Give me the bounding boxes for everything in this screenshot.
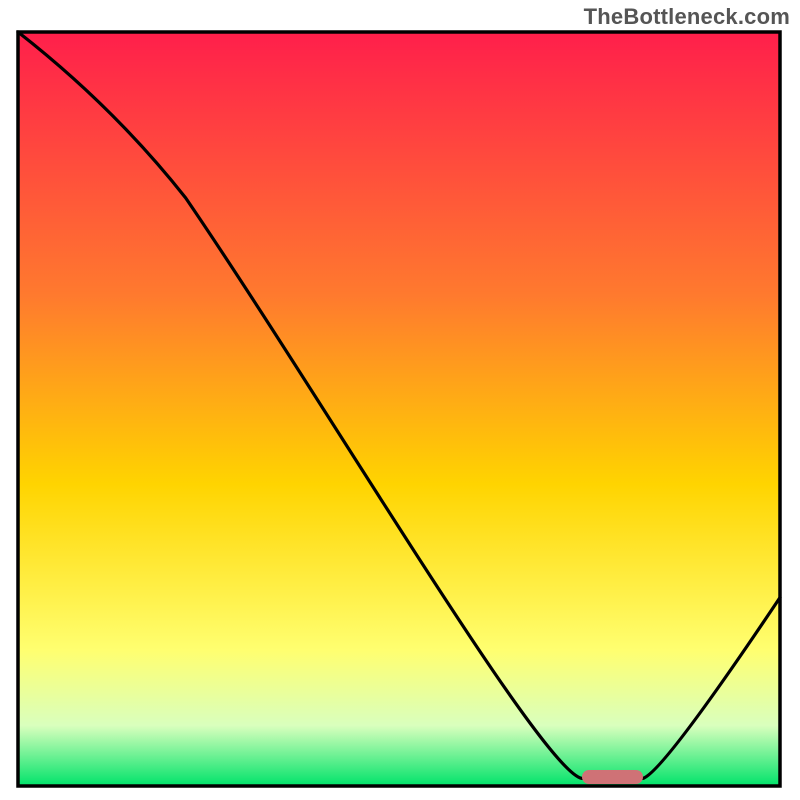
optimal-marker [582,770,643,784]
plot-background [18,32,780,786]
bottleneck-chart [0,0,800,800]
watermark-text: TheBottleneck.com [584,4,790,30]
chart-container: TheBottleneck.com [0,0,800,800]
